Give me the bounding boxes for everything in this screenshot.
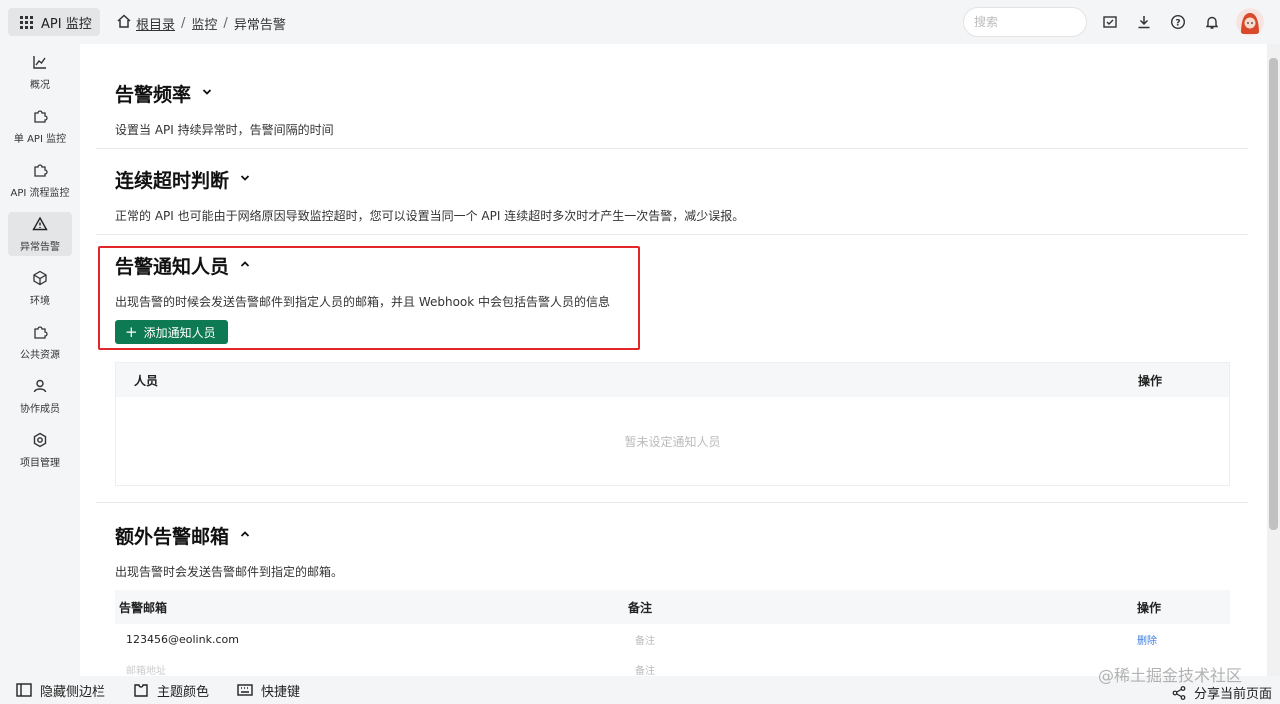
bottom-bar: 隐藏侧边栏 主题颜色 快捷键 (0, 676, 1280, 704)
note-field[interactable]: 备注 (635, 662, 655, 677)
section-description: 正常的 API 也可能由于网络原因导致监控超时，您可以设置当同一个 API 连续… (115, 209, 745, 223)
hide-sidebar-button[interactable]: 隐藏侧边栏 (16, 681, 105, 700)
note-field[interactable]: 备注 (635, 632, 655, 647)
bell-icon[interactable] (1202, 12, 1222, 32)
column-header-action: 操作 (1137, 600, 1162, 615)
sidebar-item-label: 公共资源 (20, 349, 60, 361)
section-extra-emails: 额外告警邮箱 出现告警时会发送告警邮件到指定的邮箱。 (115, 522, 1267, 580)
chevron-up-icon[interactable] (239, 528, 251, 543)
breadcrumb-separator: / (223, 15, 228, 31)
sidebar: 概况 单 API 监控 API 流程监控 异常告警 环境 公共资源 协作成员 项… (0, 44, 80, 676)
cube-icon (32, 270, 48, 292)
sidebar-item-environment[interactable]: 环境 (8, 266, 72, 310)
home-icon (116, 13, 132, 33)
button-label: 添加通知人员 (143, 325, 216, 340)
section-timeout: 连续超时判断 正常的 API 也可能由于网络原因导致监控超时，您可以设置当同一个… (115, 166, 1267, 224)
app-name: API 监控 (41, 16, 92, 32)
sidebar-icon (16, 683, 32, 697)
scrollbar-thumb[interactable] (1269, 58, 1278, 530)
section-header-extra[interactable]: 额外告警邮箱 (115, 522, 1267, 549)
delete-link[interactable]: 删除 (1137, 632, 1157, 647)
divider (96, 148, 1248, 149)
sidebar-item-label: 单 API 监控 (13, 133, 67, 145)
sidebar-item-api-flow[interactable]: API 流程监控 (8, 158, 72, 202)
palette-icon (133, 683, 149, 697)
keyboard-icon (237, 683, 253, 697)
top-bar: API 监控 根目录 / 监控 / 异常告警 搜索 ? (0, 0, 1280, 44)
column-header-note: 备注 (628, 600, 653, 615)
puzzle-icon (32, 162, 48, 184)
breadcrumb-current: 异常告警 (233, 17, 286, 33)
section-header-frequency[interactable]: 告警频率 (115, 80, 1267, 107)
puzzle-icon (32, 324, 48, 346)
avatar[interactable] (1236, 8, 1264, 36)
chevron-down-icon[interactable] (201, 86, 213, 101)
breadcrumb-monitor[interactable]: 监控 (191, 14, 217, 33)
sidebar-item-label: 异常告警 (20, 241, 60, 253)
email-field[interactable]: 123456@eolink.com (126, 633, 239, 646)
column-header-email: 告警邮箱 (119, 600, 168, 615)
divider (96, 234, 1248, 235)
add-notify-person-button[interactable]: + 添加通知人员 (115, 320, 228, 344)
column-header-action: 操作 (1138, 373, 1163, 388)
sidebar-item-public-resources[interactable]: 公共资源 (8, 320, 72, 364)
user-icon (32, 378, 48, 400)
chevron-down-icon[interactable] (239, 172, 251, 187)
breadcrumb-separator: / (181, 15, 186, 31)
breadcrumb-root-link[interactable]: 根目录 (136, 14, 175, 33)
app-switcher-button[interactable]: API 监控 (8, 8, 100, 36)
sidebar-item-single-api[interactable]: 单 API 监控 (8, 104, 72, 148)
plus-icon: + (125, 323, 138, 341)
extra-emails-table: 告警邮箱 备注 操作 123456@eolink.com 备注 删除 邮箱地址 … (115, 590, 1230, 676)
help-icon[interactable]: ? (1168, 12, 1188, 32)
section-alert-frequency: 告警频率 设置当 API 持续异常时，告警间隔的时间 (115, 80, 1267, 138)
section-title: 告警频率 (115, 84, 192, 106)
sidebar-item-label: 环境 (30, 295, 50, 307)
theme-color-button[interactable]: 主题颜色 (133, 681, 209, 700)
checklist-icon[interactable] (1100, 12, 1120, 32)
empty-state: 暂未设定通知人员 (624, 434, 721, 449)
button-label: 主题颜色 (157, 684, 210, 700)
grid-icon (20, 15, 33, 29)
section-description: 设置当 API 持续异常时，告警间隔的时间 (115, 123, 334, 137)
table-header: 告警邮箱 备注 操作 (115, 590, 1230, 624)
table-header: 人员 操作 (116, 363, 1229, 397)
sidebar-item-members[interactable]: 协作成员 (8, 374, 72, 418)
sidebar-item-label: API 流程监控 (10, 187, 70, 199)
share-page-button[interactable]: 分享当前页面 (1172, 683, 1272, 702)
button-label: 分享当前页面 (1194, 687, 1273, 702)
button-label: 快捷键 (261, 684, 301, 700)
section-title: 额外告警邮箱 (115, 526, 230, 548)
divider (96, 502, 1248, 503)
puzzle-icon (32, 108, 48, 130)
section-description: 出现告警时会发送告警邮件到指定的邮箱。 (115, 565, 344, 579)
sidebar-item-alerts[interactable]: 异常告警 (8, 212, 72, 256)
sidebar-item-label: 概况 (30, 79, 50, 91)
notify-people-table: 人员 操作 暂未设定通知人员 (115, 362, 1230, 486)
main-content: 告警频率 设置当 API 持续异常时，告警间隔的时间 连续超时判断 正常的 AP… (80, 44, 1267, 676)
download-icon[interactable] (1134, 12, 1154, 32)
sidebar-item-project-management[interactable]: 项目管理 (8, 428, 72, 472)
share-icon (1172, 685, 1186, 700)
button-label: 隐藏侧边栏 (40, 684, 106, 700)
shortcuts-button[interactable]: 快捷键 (237, 681, 300, 700)
sidebar-item-label: 协作成员 (20, 403, 60, 415)
email-field[interactable]: 邮箱地址 (126, 662, 166, 677)
table-row: 123456@eolink.com 备注 删除 (115, 624, 1230, 654)
section-header-timeout[interactable]: 连续超时判断 (115, 166, 1267, 193)
search-input[interactable]: 搜索 (963, 7, 1087, 37)
sidebar-item-overview[interactable]: 概况 (8, 50, 72, 94)
section-title: 连续超时判断 (115, 170, 230, 192)
gear-icon (32, 432, 48, 454)
table-row: 邮箱地址 备注 (115, 654, 1230, 677)
sidebar-item-label: 项目管理 (20, 457, 60, 469)
warning-icon (32, 216, 48, 238)
column-header-person: 人员 (134, 373, 159, 388)
breadcrumb: 根目录 / 监控 / 异常告警 (116, 13, 286, 33)
chart-icon (32, 54, 48, 76)
svg-text:?: ? (1175, 19, 1180, 29)
